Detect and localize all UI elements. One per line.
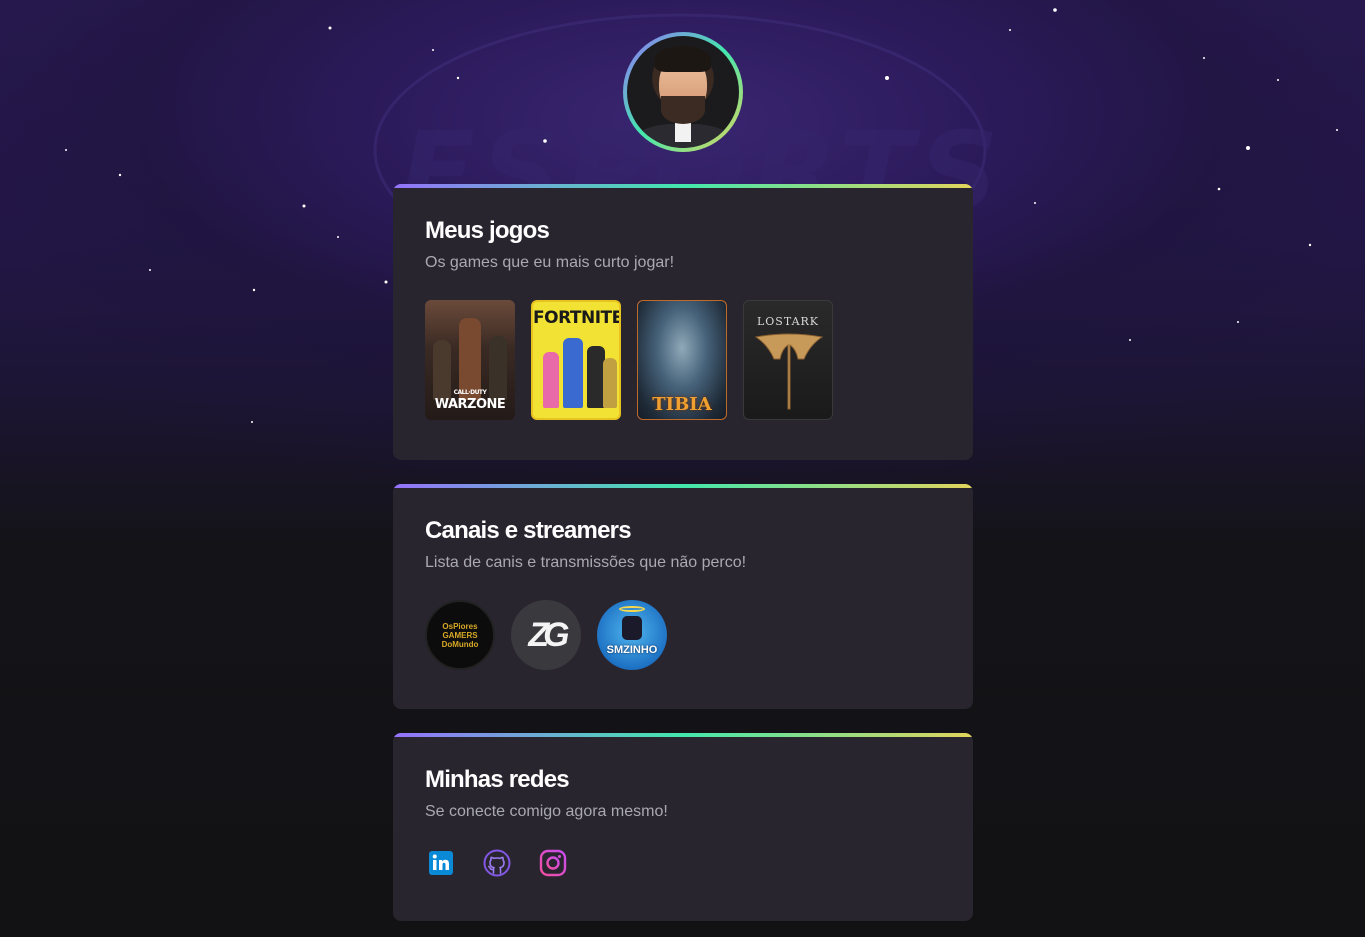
channel-ospioresgamers[interactable]: OsPiores GAMERS DoMundo bbox=[425, 600, 495, 670]
avatar bbox=[627, 36, 739, 148]
socials-list bbox=[425, 847, 941, 879]
socials-card-subtitle: Se conecte comigo agora mesmo! bbox=[425, 803, 668, 820]
channel-smzinho[interactable]: SMZINHO bbox=[597, 600, 667, 670]
games-card-subtitle: Os games que eu mais curto jogar! bbox=[425, 254, 675, 271]
github-icon bbox=[483, 849, 511, 877]
lostark-emblem-icon bbox=[754, 333, 824, 410]
game-lostark[interactable]: LOSTARK bbox=[743, 300, 833, 420]
socials-card: Minhas redes Se conecte comigo agora mes… bbox=[393, 733, 973, 921]
linkedin-icon bbox=[429, 851, 453, 875]
channels-list: OsPiores GAMERS DoMundo ZG SMZINHO bbox=[425, 600, 941, 670]
linkedin-link[interactable] bbox=[425, 847, 457, 879]
channel-zg-label: ZG bbox=[528, 615, 569, 654]
games-card-title: Meus jogos bbox=[425, 217, 550, 244]
channels-card-title: Canais e streamers bbox=[425, 517, 632, 544]
game-fortnite[interactable]: FORTNITE bbox=[531, 300, 621, 420]
avatar-ring bbox=[623, 32, 743, 152]
game-fortnite-label: FORTNITE bbox=[533, 308, 621, 328]
socials-card-title: Minhas redes bbox=[425, 766, 570, 793]
games-list: CALL·DUTY WARZONE FORTNITE TIBIA LOSTARK bbox=[425, 300, 941, 420]
game-warzone-sublabel: CALL·DUTY bbox=[453, 389, 487, 396]
channels-card-subtitle: Lista de canis e transmissões que não pe… bbox=[425, 554, 747, 571]
github-link[interactable] bbox=[481, 847, 513, 879]
channel-ospioresgamers-label: OsPiores GAMERS DoMundo bbox=[441, 621, 479, 649]
games-card: Meus jogos Os games que eu mais curto jo… bbox=[393, 184, 973, 460]
game-warzone-label: WARZONE bbox=[434, 397, 506, 412]
game-tibia-label: TIBIA bbox=[652, 394, 712, 415]
channel-zg[interactable]: ZG bbox=[511, 600, 581, 670]
game-warzone[interactable]: CALL·DUTY WARZONE bbox=[425, 300, 515, 420]
channels-card: Canais e streamers Lista de canis e tran… bbox=[393, 484, 973, 709]
instagram-link[interactable] bbox=[537, 847, 569, 879]
game-tibia[interactable]: TIBIA bbox=[637, 300, 727, 420]
channel-smzinho-label: SMZINHO bbox=[606, 644, 658, 656]
instagram-icon bbox=[539, 849, 567, 877]
